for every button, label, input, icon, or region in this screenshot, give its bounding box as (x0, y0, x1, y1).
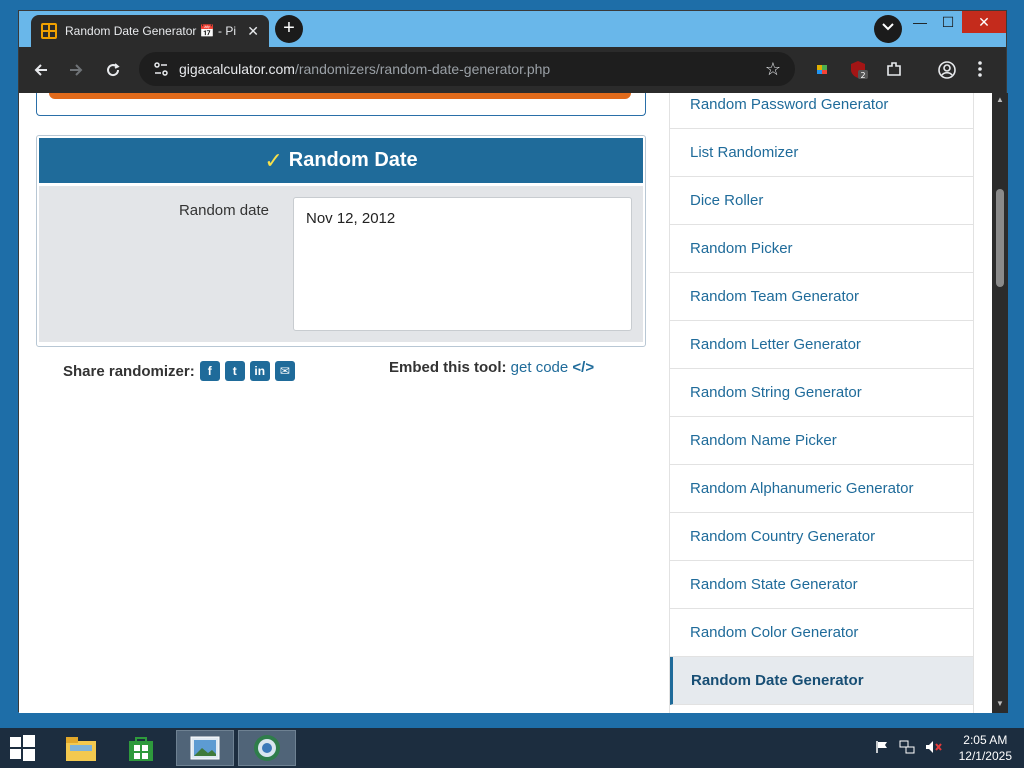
back-button[interactable] (29, 58, 53, 82)
picture-icon (190, 736, 220, 760)
get-code-text: get code (510, 359, 569, 376)
site-info-icon[interactable] (153, 61, 169, 77)
browser-tab[interactable]: Random Date Generator 📅 - Pi ✕ (31, 15, 269, 47)
windows-logo-icon (10, 735, 35, 761)
sidebar-item[interactable]: Random Picker (670, 225, 973, 273)
sidebar-item[interactable]: Random Password Generator (670, 93, 973, 129)
extension-puzzle-color-icon[interactable] (814, 60, 834, 80)
embed-tool: Embed this tool: get code </> (389, 359, 594, 376)
sidebar-item[interactable]: Random Name Picker (670, 417, 973, 465)
sidebar-item[interactable]: Random Date Generator (670, 657, 973, 705)
previous-section-box (36, 93, 646, 116)
store-bag-icon (129, 737, 153, 761)
title-bar: Random Date Generator 📅 - Pi ✕ + — ☐ ✕ (19, 11, 1006, 47)
tab-close-icon[interactable]: ✕ (247, 23, 259, 40)
sidebar-item[interactable]: List Randomizer (670, 129, 973, 177)
reload-button[interactable] (101, 58, 125, 82)
photos-taskbar-icon[interactable] (176, 730, 234, 766)
share-bar: Share randomizer: f t in ✉ (63, 361, 295, 381)
flag-icon[interactable] (875, 740, 889, 757)
code-icon: </> (572, 359, 595, 376)
calculator-favicon-icon (41, 23, 57, 39)
twitter-icon[interactable]: t (224, 361, 245, 381)
random-date-label: Random date (178, 202, 269, 219)
tab-search-button[interactable] (874, 15, 902, 43)
extension-badge: 2 (860, 71, 865, 80)
url-text: gigacalculator.com/randomizers/random-da… (179, 61, 765, 77)
scroll-down-icon[interactable]: ▼ (995, 699, 1005, 709)
facebook-icon[interactable]: f (199, 361, 220, 381)
sidebar-item[interactable]: Random Country Generator (670, 513, 973, 561)
sidebar-item[interactable]: Dice Roller (670, 177, 973, 225)
clock-date: 12/1/2025 (958, 749, 1012, 763)
folder-icon (66, 737, 96, 761)
url-host: gigacalculator.com (179, 61, 295, 77)
sidebar-item[interactable]: Random Color Generator (670, 609, 973, 657)
sidebar-item[interactable]: Random Movie Picker (670, 705, 973, 713)
checkmark-icon: ✓ (264, 147, 283, 173)
sidebar-item[interactable]: Random Letter Generator (670, 321, 973, 369)
clock-time: 2:05 AM (963, 733, 1008, 747)
browser-window: Random Date Generator 📅 - Pi ✕ + — ☐ ✕ g… (18, 10, 1008, 713)
minimize-button[interactable]: — (906, 11, 934, 33)
menu-kebab-icon[interactable] (977, 60, 997, 80)
sidebar-item[interactable]: Random Alphanumeric Generator (670, 465, 973, 513)
result-panel: ✓ Random Date Random date Nov 12, 2012 (36, 135, 646, 347)
embed-label: Embed this tool: (389, 359, 507, 376)
email-icon[interactable]: ✉ (274, 361, 295, 381)
forward-button[interactable] (64, 58, 88, 82)
arrow-left-icon (34, 64, 47, 76)
sidebar-item[interactable]: Random State Generator (670, 561, 973, 609)
new-tab-button[interactable]: + (275, 15, 303, 43)
browser-globe-icon (254, 735, 280, 761)
random-date-output[interactable]: Nov 12, 2012 (293, 197, 632, 331)
volume-muted-icon[interactable] (925, 740, 943, 757)
store-taskbar-icon[interactable] (120, 730, 162, 766)
close-window-button[interactable]: ✕ (962, 11, 1006, 33)
clock[interactable]: 2:05 AM 12/1/2025 (959, 732, 1012, 764)
reload-icon (107, 63, 120, 77)
arrow-right-icon (70, 64, 83, 76)
window-controls: — ☐ ✕ (906, 11, 1006, 35)
share-label: Share randomizer: (63, 362, 195, 380)
maximize-button[interactable]: ☐ (934, 11, 962, 33)
taskbar: 2:05 AM 12/1/2025 (0, 728, 1024, 768)
file-explorer-taskbar-icon[interactable] (60, 730, 102, 766)
result-body: Random date Nov 12, 2012 (39, 186, 643, 342)
result-header: ✓ Random Date (39, 138, 643, 183)
start-button[interactable] (8, 730, 40, 766)
browser-toolbar: gigacalculator.com/randomizers/random-da… (19, 47, 1006, 93)
sidebar-item[interactable]: Random Team Generator (670, 273, 973, 321)
bookmark-star-icon[interactable]: ☆ (765, 59, 781, 80)
ublock-extension-icon[interactable]: 2 (849, 60, 869, 80)
tab-title: Random Date Generator 📅 - Pi (65, 24, 237, 38)
address-bar[interactable]: gigacalculator.com/randomizers/random-da… (139, 52, 795, 86)
url-path: /randomizers/random-date-generator.php (294, 61, 551, 77)
randomizer-sidebar: Random Password Generator List Randomizer… (669, 93, 974, 713)
page-scrollbar[interactable]: ▲ ▼ (992, 93, 1008, 713)
result-title: Random Date (288, 149, 418, 171)
scroll-up-icon[interactable]: ▲ (995, 95, 1005, 105)
system-tray: 2:05 AM 12/1/2025 (875, 732, 1012, 764)
network-icon[interactable] (899, 740, 915, 757)
generate-button-edge[interactable] (49, 93, 631, 99)
get-code-link[interactable]: get code </> (511, 359, 594, 376)
extensions-icon[interactable] (885, 60, 905, 80)
chevron-down-icon (882, 23, 894, 31)
profile-icon[interactable] (937, 60, 957, 80)
page-content: ✓ Random Date Random date Nov 12, 2012 S… (19, 93, 992, 713)
scroll-thumb[interactable] (996, 189, 1004, 287)
sidebar-item[interactable]: Random String Generator (670, 369, 973, 417)
linkedin-icon[interactable]: in (249, 361, 270, 381)
chrome-taskbar-icon[interactable] (238, 730, 296, 766)
